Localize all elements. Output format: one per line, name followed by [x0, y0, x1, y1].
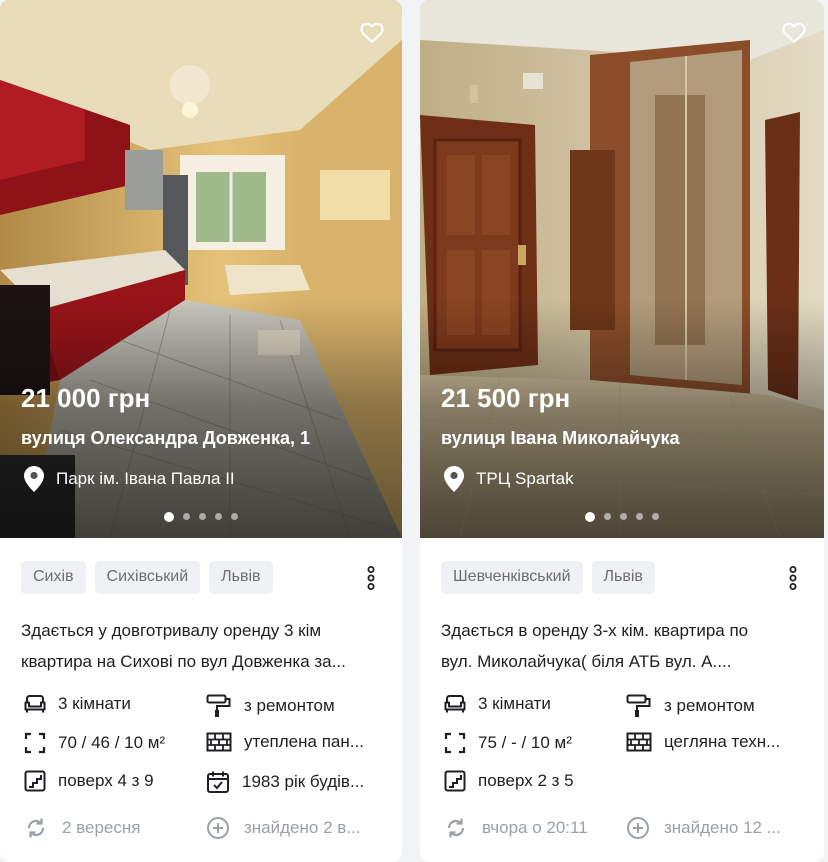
listing-card[interactable]: 21 000 грн вулиця Олександра Довженка, 1… [0, 0, 402, 862]
feature-condition-label: з ремонтом [244, 696, 335, 715]
found-label: знайдено 12 ... [664, 818, 781, 837]
carousel-dot[interactable] [636, 513, 643, 520]
map-pin-icon [24, 466, 44, 492]
listing-photo-carousel[interactable]: 21 000 грн вулиця Олександра Довженка, 1… [0, 0, 402, 538]
tag-district[interactable]: Сихів [21, 561, 86, 594]
feature-wall: утеплена пан... [206, 732, 364, 752]
tag-area[interactable]: Шевченківський [441, 561, 583, 594]
carousel-dot[interactable] [199, 513, 206, 520]
carousel-dot[interactable] [183, 513, 190, 520]
listing-landmark: Парк ім. Івана Павла ІІ [24, 466, 235, 492]
kebab-menu-icon[interactable] [366, 566, 376, 590]
location-tags: Сихів Сихівський Львів [21, 561, 273, 594]
location-tags: Шевченківський Львів [441, 561, 655, 594]
plus-circle-icon [207, 817, 229, 839]
description-line: Здається у довготривалу оренду 3 кім [21, 621, 322, 640]
brick-wall-icon [206, 732, 232, 752]
feature-floor: поверх 2 з 5 [444, 770, 574, 792]
tag-city[interactable]: Львів [591, 561, 655, 594]
updated-label: 2 вересня [62, 818, 141, 837]
feature-year: 1983 рік будів... [206, 770, 364, 794]
carousel-dot[interactable] [604, 513, 611, 520]
listing-landmark: ТРЦ Spartak [444, 466, 574, 492]
feature-rooms: 3 кімнати [444, 694, 551, 714]
map-pin-icon [444, 466, 464, 492]
feature-area-label: 75 / - / 10 м² [478, 733, 572, 752]
carousel-indicator [420, 511, 824, 522]
carousel-dot[interactable] [585, 511, 595, 522]
feature-wall-label: цегляна техн... [664, 732, 781, 751]
stairs-icon [24, 770, 46, 792]
paint-roller-icon [206, 694, 231, 717]
feature-area: 75 / - / 10 м² [444, 732, 572, 754]
carousel-dot[interactable] [620, 513, 627, 520]
feature-condition: з ремонтом [206, 694, 335, 718]
favorite-heart-icon[interactable] [358, 18, 386, 46]
carousel-dot[interactable] [652, 513, 659, 520]
feature-year-label: 1983 рік будів... [242, 772, 365, 791]
feature-floor-label: поверх 4 з 9 [58, 771, 154, 790]
updated-label: вчора о 20:11 [482, 818, 588, 837]
feature-floor: поверх 4 з 9 [24, 770, 154, 792]
listing-photo-carousel[interactable]: 21 500 грн вулиця Івана Миколайчука ТРЦ … [420, 0, 824, 538]
listing-card[interactable]: 21 500 грн вулиця Івана Миколайчука ТРЦ … [420, 0, 824, 862]
description-line: Здається в оренду 3-х кім. квартира по [441, 621, 749, 640]
refresh-icon [27, 818, 45, 838]
landmark-label: Парк ім. Івана Павла ІІ [56, 469, 235, 488]
listing-price: 21 500 грн [441, 383, 571, 413]
found-label: знайдено 2 в... [244, 818, 361, 837]
tag-city[interactable]: Львів [209, 561, 273, 594]
carousel-indicator [0, 511, 402, 522]
plus-circle-icon [627, 817, 649, 839]
found-similar[interactable]: знайдено 12 ... [626, 816, 781, 840]
landmark-label: ТРЦ Spartak [476, 469, 574, 488]
stairs-icon [444, 770, 466, 792]
feature-area-label: 70 / 46 / 10 м² [58, 733, 166, 752]
feature-rooms: 3 кімнати [24, 694, 131, 714]
description-line: квартира на Сихові по вул Довженка за... [21, 652, 346, 671]
description-line: вул. Миколайчука( біля АТБ вул. А.... [441, 652, 732, 671]
carousel-dot[interactable] [215, 513, 222, 520]
feature-condition-label: з ремонтом [664, 696, 755, 715]
updated-date: вчора о 20:11 [444, 816, 588, 840]
feature-condition: з ремонтом [626, 694, 755, 718]
feature-rooms-label: 3 кімнати [58, 694, 131, 713]
listing-description[interactable]: Здається в оренду 3-х кім. квартира по в… [441, 615, 802, 677]
feature-floor-label: поверх 2 з 5 [478, 771, 574, 790]
sofa-icon [24, 695, 46, 713]
updated-date: 2 вересня [24, 816, 140, 840]
feature-wall-label: утеплена пан... [244, 732, 364, 751]
paint-roller-icon [626, 694, 651, 717]
area-frame-icon [24, 732, 46, 754]
feature-area: 70 / 46 / 10 м² [24, 732, 165, 754]
area-frame-icon [444, 732, 466, 754]
feature-rooms-label: 3 кімнати [478, 694, 551, 713]
feature-wall: цегляна техн... [626, 732, 780, 752]
kebab-menu-icon[interactable] [788, 566, 798, 590]
tag-area[interactable]: Сихівський [94, 561, 201, 594]
brick-wall-icon [626, 732, 652, 752]
listing-price: 21 000 грн [21, 383, 151, 413]
listing-street[interactable]: вулиця Івана Миколайчука [441, 428, 680, 449]
found-similar[interactable]: знайдено 2 в... [206, 816, 360, 840]
listing-description[interactable]: Здається у довготривалу оренду 3 кім ква… [21, 615, 380, 677]
carousel-dot[interactable] [164, 511, 174, 522]
refresh-icon [447, 818, 465, 838]
sofa-icon [444, 695, 466, 713]
listing-street[interactable]: вулиця Олександра Довженка, 1 [21, 428, 310, 449]
favorite-heart-icon[interactable] [780, 18, 808, 46]
calendar-icon [207, 771, 229, 793]
carousel-dot[interactable] [231, 513, 238, 520]
